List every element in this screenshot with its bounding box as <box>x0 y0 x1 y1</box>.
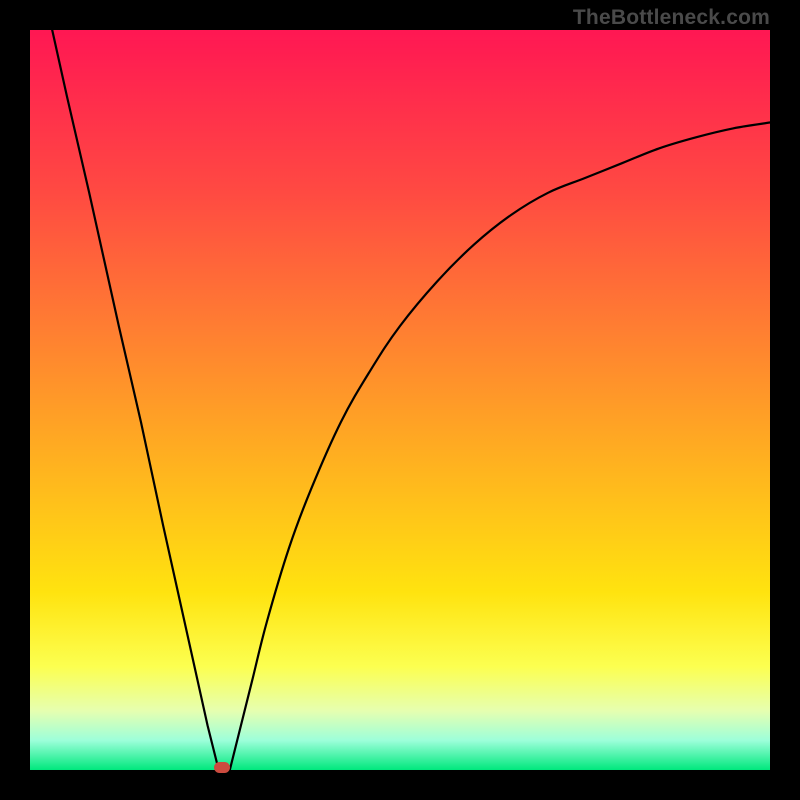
min-marker <box>214 762 230 773</box>
plot-area <box>30 30 770 770</box>
chart-frame: TheBottleneck.com <box>0 0 800 800</box>
bottleneck-curve <box>30 30 770 770</box>
watermark-text: TheBottleneck.com <box>573 6 770 30</box>
